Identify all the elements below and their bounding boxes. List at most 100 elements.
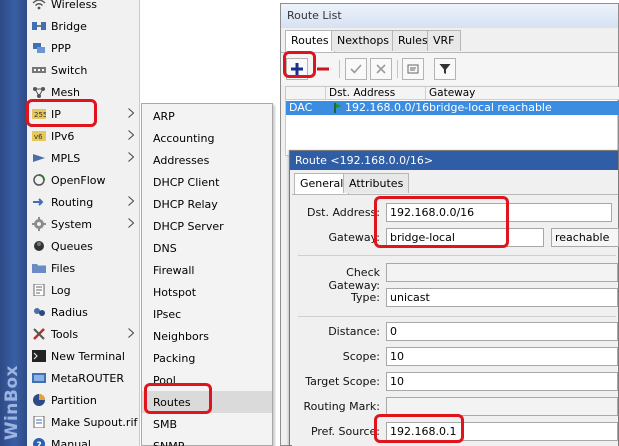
queues-icon	[31, 238, 47, 254]
remove-button[interactable]	[312, 58, 334, 80]
column-flags[interactable]	[286, 87, 326, 100]
route-list-title: Route List	[281, 4, 618, 28]
menu-item-label: MetaROUTER	[51, 371, 124, 385]
winbox-brand-text: WinBox	[2, 364, 22, 440]
menu-item-metarouter[interactable]: MetaROUTER	[27, 367, 140, 389]
submenu-item-smb[interactable]: SMB	[142, 413, 272, 435]
gateway-status: reachable	[551, 228, 619, 247]
menu-item-mpls[interactable]: MPLS	[27, 147, 140, 169]
target-scope-label: Target Scope:	[305, 375, 380, 388]
menu-item-routing[interactable]: Routing	[27, 191, 140, 213]
menu-item-mesh[interactable]: Mesh	[27, 81, 140, 103]
submenu-item-dhcp-client[interactable]: DHCP Client	[142, 171, 272, 193]
switch-icon	[31, 62, 47, 78]
dst-address-field[interactable]: 192.168.0.0/16	[386, 203, 612, 222]
menu-item-ip[interactable]: 255 IP	[27, 103, 140, 125]
wireless-icon	[31, 0, 47, 12]
cross-icon	[376, 64, 386, 74]
menu-item-label: Manual	[51, 437, 91, 446]
submenu-item-accounting[interactable]: Accounting	[142, 127, 272, 149]
menu-item-wireless[interactable]: Wireless	[27, 0, 140, 15]
filter-button[interactable]	[434, 58, 456, 80]
menu-item-new-terminal[interactable]: New Terminal	[27, 345, 140, 367]
scope-field[interactable]: 10	[386, 347, 618, 366]
enable-button[interactable]	[345, 58, 367, 80]
route-dialog-title: Route <192.168.0.0/16>	[290, 151, 618, 170]
submenu-item-neighbors[interactable]: Neighbors	[142, 325, 272, 347]
mesh-icon	[31, 84, 47, 100]
submenu-arrow-icon	[128, 196, 135, 209]
column-dst-address[interactable]: Dst. Address	[326, 87, 426, 100]
submenu-item-ipsec[interactable]: IPsec	[142, 303, 272, 325]
distance-field[interactable]: 0	[386, 322, 618, 341]
menu-item-radius[interactable]: Radius	[27, 301, 140, 323]
submenu-item-arp[interactable]: ARP	[142, 105, 272, 127]
submenu-item-routes[interactable]: Routes	[142, 391, 272, 413]
submenu-item-label: Accounting	[153, 131, 215, 145]
submenu-item-snmp[interactable]: SNMP	[142, 435, 272, 446]
menu-item-switch[interactable]: Switch	[27, 59, 140, 81]
menu-item-bridge[interactable]: Bridge	[27, 15, 140, 37]
tab-general[interactable]: General	[294, 173, 350, 194]
route-list-toolbar	[281, 52, 618, 85]
menu-item-queues[interactable]: Queues	[27, 235, 140, 257]
menu-item-label: New Terminal	[51, 349, 125, 363]
submenu-item-firewall[interactable]: Firewall	[142, 259, 272, 281]
submenu-item-pool[interactable]: Pool	[142, 369, 272, 391]
type-label: Type:	[351, 291, 380, 304]
submenu-item-hotspot[interactable]: Hotspot	[142, 281, 272, 303]
check-gateway-field[interactable]	[386, 263, 618, 282]
type-select[interactable]: unicast	[386, 288, 618, 307]
routes-table: Dst. Address Gateway DAC 192.168.0.0/16 …	[285, 86, 619, 156]
row-flags: DAC	[289, 101, 313, 114]
menu-item-label: Switch	[51, 63, 88, 77]
supout-icon	[31, 414, 47, 430]
menu-item-label: Files	[51, 261, 76, 275]
menu-item-ppp[interactable]: PPP	[27, 37, 140, 59]
menu-item-manual[interactable]: ? Manual	[27, 433, 140, 446]
menu-item-files[interactable]: Files	[27, 257, 140, 279]
tab-nexthops[interactable]: Nexthops	[331, 30, 396, 51]
gateway-field[interactable]: bridge-local	[386, 228, 544, 247]
toolbar-separator	[397, 60, 398, 78]
tab-routes[interactable]: Routes	[285, 30, 335, 52]
row-dst-address: 192.168.0.0/16	[345, 101, 430, 114]
menu-item-ipv6[interactable]: v6 IPv6	[27, 125, 140, 147]
menu-item-label: Mesh	[51, 85, 80, 99]
submenu-item-addresses[interactable]: Addresses	[142, 149, 272, 171]
pref-source-field[interactable]: 192.168.0.1	[386, 422, 618, 441]
routing-mark-field[interactable]	[386, 397, 618, 416]
submenu-arrow-icon	[128, 130, 135, 143]
menu-item-label: Routing	[51, 195, 94, 209]
comment-button[interactable]	[402, 58, 424, 80]
tab-attributes[interactable]: Attributes	[343, 173, 410, 193]
add-button[interactable]	[286, 58, 308, 80]
submenu-item-dhcp-relay[interactable]: DHCP Relay	[142, 193, 272, 215]
winbox-brand-strip: WinBox	[0, 0, 27, 446]
main-menu: Wireless Bridge PPP Switch Mesh 255 IP v6 IPv6 MP…	[27, 0, 140, 446]
active-route-flag-icon	[334, 103, 342, 113]
ipv6-icon: v6	[31, 128, 47, 144]
menu-item-system[interactable]: System	[27, 213, 140, 235]
target-scope-field[interactable]: 10	[386, 372, 618, 391]
menu-item-openflow[interactable]: OpenFlow	[27, 169, 140, 191]
menu-item-partition[interactable]: Partition	[27, 389, 140, 411]
tab-vrf[interactable]: VRF	[427, 30, 461, 51]
submenu-item-dns[interactable]: DNS	[142, 237, 272, 259]
submenu-item-packing[interactable]: Packing	[142, 347, 272, 369]
svg-text:255: 255	[34, 111, 46, 119]
menu-item-tools[interactable]: Tools	[27, 323, 140, 345]
menu-item-label: Make Supout.rif	[51, 415, 138, 429]
menu-item-label: MPLS	[51, 151, 81, 165]
tools-icon	[31, 326, 47, 342]
disable-button[interactable]	[370, 58, 392, 80]
submenu-item-label: SNMP	[153, 439, 185, 446]
column-gateway[interactable]: Gateway	[426, 87, 619, 100]
table-row[interactable]: DAC 192.168.0.0/16 bridge-local reachabl…	[286, 101, 619, 115]
menu-item-label: Partition	[51, 393, 97, 407]
menu-item-log[interactable]: Log	[27, 279, 140, 301]
routing-mark-label: Routing Mark:	[303, 400, 380, 413]
openflow-icon	[31, 172, 47, 188]
submenu-item-dhcp-server[interactable]: DHCP Server	[142, 215, 272, 237]
menu-item-make-supout-rif[interactable]: Make Supout.rif	[27, 411, 140, 433]
